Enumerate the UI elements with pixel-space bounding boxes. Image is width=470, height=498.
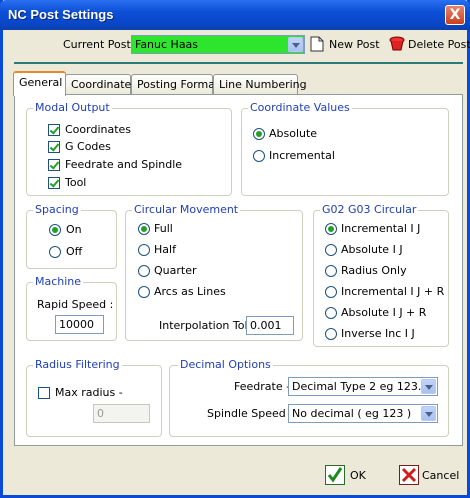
chevron-down-icon[interactable] bbox=[421, 406, 436, 421]
rapid-speed-input[interactable]: 10000 bbox=[55, 315, 104, 334]
ok-label: OK bbox=[350, 469, 366, 482]
tab-label: Line Numbering bbox=[219, 78, 307, 91]
interpolation-tol-label: Interpolation Tol : bbox=[159, 319, 255, 332]
decimal-options-group: Decimal Options bbox=[169, 358, 449, 437]
spacing-off-radio[interactable] bbox=[49, 246, 61, 258]
window-title: NC Post Settings bbox=[8, 7, 114, 22]
incremental-ij-r-radio[interactable] bbox=[325, 286, 337, 298]
tab-label: General bbox=[19, 76, 63, 89]
trash-icon bbox=[389, 36, 405, 51]
header-divider bbox=[14, 62, 463, 64]
cancel-label: Cancel bbox=[422, 469, 460, 482]
incremental-radio[interactable] bbox=[253, 150, 265, 162]
modal-output-title: Modal Output bbox=[33, 101, 112, 114]
cancel-button[interactable]: Cancel bbox=[399, 465, 461, 489]
feedrate-label: Feedrate - bbox=[234, 380, 291, 393]
current-post-label: Current Post - bbox=[63, 38, 139, 51]
incremental-ij-r-label: Incremental I J + R bbox=[341, 285, 445, 298]
full-radio[interactable] bbox=[138, 223, 150, 235]
spindle-speed-value: No decimal ( eg 123 ) bbox=[292, 407, 412, 420]
cancel-x-icon bbox=[399, 465, 419, 485]
incremental-radio-label: Incremental bbox=[269, 149, 335, 162]
tab-label: Posting Format bbox=[137, 78, 220, 91]
spacing-on-label: On bbox=[66, 223, 82, 236]
g02-g03-circular-title: G02 G03 Circular bbox=[320, 203, 419, 216]
g-codes-checkbox[interactable] bbox=[48, 141, 60, 153]
title-bar[interactable]: NC Post Settings X bbox=[0, 0, 470, 30]
max-radius-label: Max radius - bbox=[55, 386, 123, 399]
feedrate-select[interactable]: Decimal Type 2 eg 123. bbox=[288, 377, 438, 396]
absolute-ij-label: Absolute I J bbox=[341, 243, 403, 256]
tab-general[interactable]: General bbox=[13, 71, 66, 96]
quarter-radio[interactable] bbox=[138, 265, 150, 277]
absolute-ij-r-radio[interactable] bbox=[325, 307, 337, 319]
new-post-label: New Post bbox=[329, 38, 380, 51]
rapid-speed-label: Rapid Speed : bbox=[37, 298, 114, 311]
close-button[interactable]: X bbox=[445, 5, 465, 25]
ok-button[interactable]: OK bbox=[325, 465, 377, 489]
close-icon: X bbox=[449, 7, 461, 23]
inverse-inc-ij-label: Inverse Inc I J bbox=[341, 327, 415, 340]
inverse-inc-ij-radio[interactable] bbox=[325, 328, 337, 340]
circular-movement-title: Circular Movement bbox=[132, 203, 241, 216]
half-radio-label: Half bbox=[154, 243, 176, 256]
tab-posting-format[interactable]: Posting Format bbox=[131, 74, 219, 94]
max-radius-checkbox[interactable] bbox=[38, 387, 50, 399]
feedrate-spindle-checkbox-label: Feedrate and Spindle bbox=[65, 158, 183, 171]
incremental-ij-label: Incremental I J bbox=[341, 222, 421, 235]
spacing-group: Spacing bbox=[26, 203, 117, 269]
interpolation-tol-input[interactable]: 0.001 bbox=[246, 316, 294, 335]
tab-line-numbering[interactable]: Line Numbering bbox=[213, 74, 307, 94]
full-radio-label: Full bbox=[154, 222, 173, 235]
arcs-as-lines-radio[interactable] bbox=[138, 286, 150, 298]
half-radio[interactable] bbox=[138, 244, 150, 256]
incremental-ij-radio[interactable] bbox=[325, 223, 337, 235]
feedrate-spindle-checkbox[interactable] bbox=[48, 159, 60, 171]
interpolation-tol-value: 0.001 bbox=[250, 319, 282, 332]
new-document-icon bbox=[310, 36, 324, 52]
chevron-down-icon[interactable] bbox=[288, 37, 303, 52]
arcs-as-lines-radio-label: Arcs as Lines bbox=[154, 285, 226, 298]
rapid-speed-value: 10000 bbox=[59, 318, 94, 331]
nc-post-settings-window: NC Post Settings X Current Post - Fanuc … bbox=[0, 0, 470, 498]
coordinate-values-title: Coordinate Values bbox=[248, 101, 352, 114]
absolute-ij-r-label: Absolute I J + R bbox=[341, 306, 427, 319]
spindle-speed-label: Spindle Speed - bbox=[207, 407, 294, 420]
g-codes-checkbox-label: G Codes bbox=[65, 140, 111, 153]
tool-checkbox[interactable] bbox=[48, 177, 60, 189]
decimal-options-title: Decimal Options bbox=[178, 358, 273, 371]
radius-only-radio[interactable] bbox=[325, 265, 337, 277]
coordinates-checkbox-label: Coordinates bbox=[65, 123, 132, 136]
feedrate-value: Decimal Type 2 eg 123. bbox=[292, 380, 422, 393]
tab-label: Coordinates bbox=[71, 78, 138, 91]
coordinates-checkbox[interactable] bbox=[48, 124, 60, 136]
machine-title: Machine bbox=[33, 275, 84, 288]
spacing-title: Spacing bbox=[33, 203, 81, 216]
spacing-off-label: Off bbox=[66, 245, 83, 258]
max-radius-input[interactable]: 0 bbox=[93, 404, 150, 423]
spindle-speed-select[interactable]: No decimal ( eg 123 ) bbox=[288, 404, 438, 423]
spacing-on-radio[interactable] bbox=[49, 224, 61, 236]
check-icon bbox=[325, 465, 345, 485]
current-post-select[interactable]: Fanuc Haas bbox=[131, 35, 305, 54]
absolute-radio[interactable] bbox=[253, 128, 265, 140]
delete-post-label: Delete Post bbox=[408, 38, 470, 51]
absolute-radio-label: Absolute bbox=[269, 127, 318, 140]
absolute-ij-radio[interactable] bbox=[325, 244, 337, 256]
tab-coordinates[interactable]: Coordinates bbox=[65, 74, 137, 94]
tool-checkbox-label: Tool bbox=[65, 176, 87, 189]
current-post-value: Fanuc Haas bbox=[135, 38, 199, 51]
radius-filtering-title: Radius Filtering bbox=[33, 358, 122, 371]
quarter-radio-label: Quarter bbox=[154, 264, 197, 277]
chevron-down-icon[interactable] bbox=[421, 379, 436, 394]
radius-only-label: Radius Only bbox=[341, 264, 407, 277]
max-radius-value: 0 bbox=[97, 407, 104, 420]
radius-filtering-group: Radius Filtering bbox=[26, 358, 162, 437]
